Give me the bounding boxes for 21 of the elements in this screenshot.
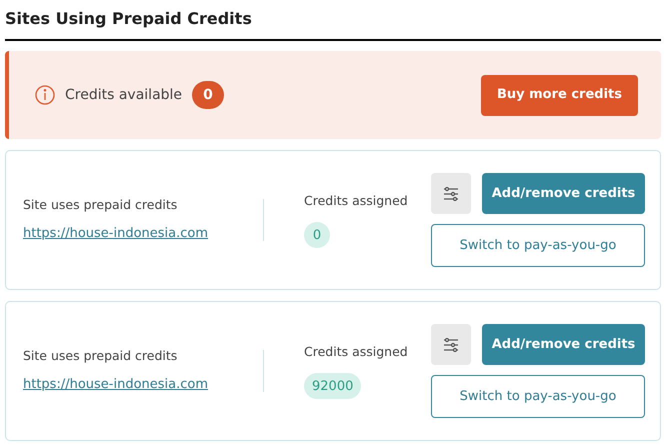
sliders-icon [443, 338, 459, 352]
credits-assigned-count: 0 [304, 222, 330, 248]
credits-count: 0 [192, 81, 224, 109]
site-link[interactable]: https://house-indonesia.com [23, 375, 263, 395]
credits-assigned-label: Credits assigned [304, 342, 408, 361]
settings-button[interactable] [431, 324, 471, 365]
credits-assigned-count: 92000 [304, 373, 362, 400]
site-status: Site uses prepaid credits [23, 347, 178, 366]
add-remove-credits-button[interactable]: Add/remove credits [482, 324, 645, 365]
credits-label: Credits available [65, 86, 182, 104]
settings-button[interactable] [431, 173, 471, 214]
add-remove-credits-button[interactable]: Add/remove credits [482, 173, 645, 214]
sliders-icon [443, 186, 459, 200]
buy-credits-button[interactable]: Buy more credits [480, 74, 638, 116]
credits-assigned-label: Credits assigned [304, 192, 408, 210]
site-status: Site uses prepaid credits [23, 196, 178, 214]
switch-plan-button[interactable]: Switch to pay-as-you-go [431, 224, 645, 267]
page-title: Sites Using Prepaid Credits [5, 8, 253, 30]
site-link[interactable]: https://house-indonesia.com [23, 224, 263, 244]
info-icon [35, 85, 55, 105]
switch-plan-button[interactable]: Switch to pay-as-you-go [431, 375, 645, 418]
